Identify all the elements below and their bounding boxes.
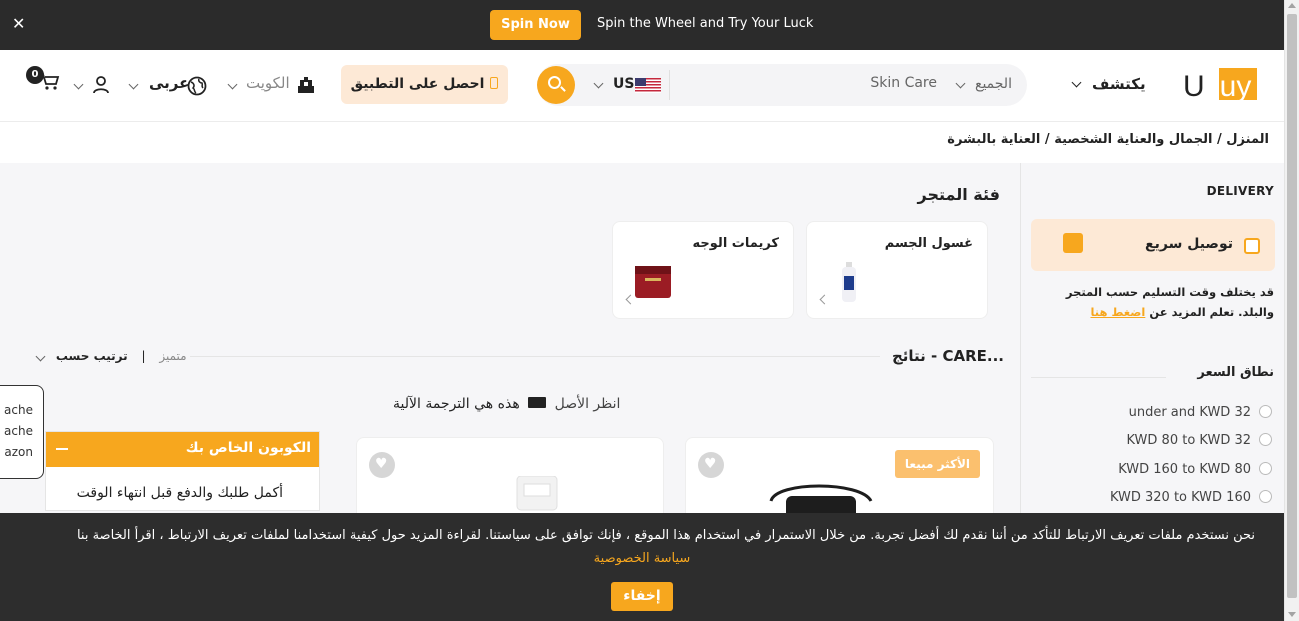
us-flag-icon — [635, 78, 661, 93]
phone-icon — [490, 77, 499, 89]
svg-text:buy: buy — [1203, 70, 1251, 103]
fast-delivery-checkbox[interactable] — [1244, 238, 1260, 254]
spin-now-button[interactable]: Spin Now — [490, 10, 581, 40]
globe-icon — [187, 76, 207, 96]
translate-icon — [528, 397, 547, 408]
scroll-thumb[interactable] — [1287, 14, 1297, 598]
chevron-left-icon — [819, 294, 830, 305]
hide-cookie-button[interactable]: إخفاء — [611, 582, 673, 611]
breadcrumb[interactable]: المنزل / الجمال والعناية الشخصية / العنا… — [947, 132, 1269, 147]
get-app-button[interactable]: احصل على التطبيق — [341, 65, 508, 104]
price-option-label: KWD 320 to KWD 160 — [1109, 490, 1251, 505]
divider — [190, 356, 880, 357]
search-divider — [669, 70, 670, 100]
cart-chevron-down-icon[interactable] — [73, 79, 84, 90]
category-select[interactable]: الجميع — [975, 76, 1012, 92]
price-option-label: KWD 80 to KWD 32 — [1126, 433, 1251, 448]
search-input[interactable] — [717, 75, 937, 91]
sort-separator: | — [141, 349, 146, 363]
promo-bar: ✕ Spin Now Spin the Wheel and Try Your L… — [0, 0, 1284, 50]
sort-control[interactable]: متميز | ترتيب حسب — [35, 349, 187, 363]
scroll-up-icon[interactable] — [1288, 3, 1296, 8]
cookie-text: نحن نستخدم ملفات تعريف الارتباط للتأكد م… — [76, 528, 1255, 543]
price-option[interactable]: under and KWD 32 — [1129, 405, 1272, 420]
collapse-icon[interactable] — [56, 448, 68, 450]
body-wash-product-image — [842, 262, 856, 302]
price-option[interactable]: KWD 160 to KWD 80 — [1118, 462, 1272, 477]
site-header: 0 عربى الكويت احصل على التطبيق US Skin C… — [0, 50, 1284, 122]
page-scrollbar[interactable] — [1284, 0, 1299, 621]
delivery-title: DELIVERY — [1206, 184, 1274, 198]
category-card-face-creams[interactable]: كريمات الوجه — [612, 221, 794, 319]
tooltip-line: ache — [4, 424, 33, 438]
tooltip-line: azon — [4, 445, 33, 459]
scroll-down-icon[interactable] — [1288, 612, 1296, 617]
category-card-body-wash[interactable]: غسول الجسم — [806, 221, 988, 319]
view-original-link[interactable]: انظر الأصل — [555, 396, 621, 412]
face-cream-product-image — [635, 266, 671, 298]
results-title: نتائج - CARE... — [891, 347, 1004, 365]
wishlist-heart-icon[interactable] — [698, 452, 724, 478]
language-selector[interactable]: عربى — [149, 74, 189, 92]
best-seller-badge: الأكثر مبيعا — [894, 450, 980, 478]
side-tooltip: ache ache azon — [0, 385, 44, 479]
sort-chevron-down-icon[interactable] — [35, 351, 46, 362]
country-chevron-down-icon[interactable] — [227, 79, 238, 90]
tooltip-line: ache — [4, 403, 33, 417]
fast-delivery-filter[interactable]: توصيل سريع — [1031, 219, 1275, 271]
category-name: كريمات الوجه — [692, 236, 779, 251]
store-chevron-down-icon[interactable] — [593, 78, 604, 89]
search-button[interactable] — [537, 66, 575, 104]
translation-note: انظر الأصل هذه هي الترجمة الآلية — [393, 396, 620, 412]
sort-label: ترتيب حسب — [55, 349, 128, 363]
cookie-banner: نحن نستخدم ملفات تعريف الارتباط للتأكد م… — [0, 513, 1284, 621]
divider — [1031, 377, 1166, 378]
language-chevron-down-icon[interactable] — [128, 79, 139, 90]
search-bar: US الجميع — [537, 64, 1027, 106]
wishlist-heart-icon[interactable] — [369, 452, 395, 478]
kuwait-landmark-icon — [298, 77, 314, 93]
ubuy-logo[interactable]: U buy — [1181, 62, 1259, 108]
coupon-header[interactable]: الكوبون الخاص بك — [46, 432, 319, 467]
spin-text: Spin the Wheel and Try Your Luck — [597, 16, 814, 31]
product-image — [516, 476, 558, 511]
store-code[interactable]: US — [613, 76, 634, 92]
discover-chevron-down-icon[interactable] — [1071, 77, 1082, 88]
price-option[interactable]: KWD 320 to KWD 160 — [1110, 490, 1272, 505]
user-icon[interactable] — [92, 76, 110, 94]
price-option[interactable]: KWD 80 to KWD 32 — [1126, 433, 1272, 448]
search-icon — [548, 76, 561, 89]
discover-menu[interactable]: يكتشف — [1092, 75, 1146, 93]
category-chevron-down-icon[interactable] — [955, 78, 966, 89]
price-radio[interactable] — [1259, 405, 1272, 418]
coupon-panel: الكوبون الخاص بك أكمل طلبك والدفع قبل ان… — [45, 431, 320, 511]
country-selector[interactable]: الكويت — [246, 74, 290, 92]
click-here-link[interactable]: اضغط هنا — [1090, 305, 1145, 319]
coupon-body-text: أكمل طلبك والدفع قبل انتهاء الوقت — [76, 485, 283, 501]
store-category-title: فئة المتجر — [917, 185, 1000, 204]
delivery-note: قد يختلف وقت التسليم حسب المتجر والبلد. … — [1034, 282, 1274, 322]
translation-note-text: هذه هي الترجمة الآلية — [393, 396, 520, 412]
close-icon[interactable]: ✕ — [12, 14, 25, 34]
price-option-label: KWD 160 to KWD 80 — [1118, 462, 1251, 477]
coupon-title: الكوبون الخاص بك — [185, 440, 311, 456]
svg-text:U: U — [1183, 70, 1205, 103]
get-app-label: احصل على التطبيق — [350, 76, 485, 92]
price-radio[interactable] — [1259, 490, 1272, 503]
price-radio[interactable] — [1259, 462, 1272, 475]
price-option-label: under and KWD 32 — [1128, 405, 1251, 420]
fast-delivery-icon — [1063, 233, 1083, 253]
privacy-policy-link[interactable]: سياسة الخصوصية — [0, 551, 1284, 566]
fast-delivery-label: توصيل سريع — [1145, 236, 1233, 252]
filter-sidebar: DELIVERY توصيل سريع قد يختلف وقت التسليم… — [1020, 163, 1284, 513]
cart-button[interactable]: 0 — [26, 66, 60, 94]
cart-icon — [40, 73, 60, 90]
sort-value[interactable]: متميز — [159, 349, 186, 363]
price-radio[interactable] — [1259, 433, 1272, 446]
category-name: غسول الجسم — [884, 236, 973, 251]
price-range-title: نطاق السعر — [1197, 365, 1274, 380]
